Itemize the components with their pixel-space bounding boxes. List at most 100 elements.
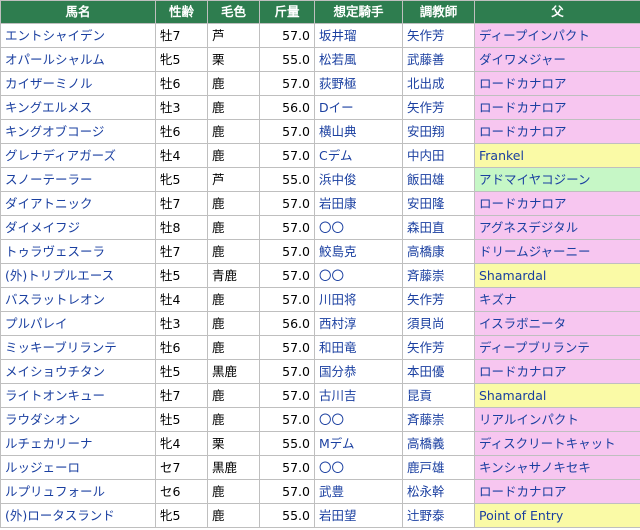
jockey-link[interactable]: 西村淳 xyxy=(319,316,357,331)
trainer-link[interactable]: 武藤善 xyxy=(407,52,445,67)
table-row: (外)ロータスランド 牝5 鹿 55.0 岩田望 辻野泰 Point of Entry xyxy=(0,503,640,528)
table-row: ダイメイフジ 牡8 鹿 57.0 〇〇 森田直 アグネスデジタル xyxy=(0,215,640,240)
jockey-link[interactable]: 古川吉 xyxy=(319,388,357,403)
horse-name-link[interactable]: ルッジェーロ xyxy=(5,460,80,475)
trainer-link[interactable]: 矢作芳 xyxy=(407,292,445,307)
trainer-link[interactable]: 中内田 xyxy=(407,148,445,163)
jockey-link[interactable]: Mデム xyxy=(319,436,355,451)
jockey-link[interactable]: 国分恭 xyxy=(319,364,357,379)
jockey-link[interactable]: 岩田康 xyxy=(319,196,357,211)
horse-name-link[interactable]: バスラットレオン xyxy=(5,292,105,307)
sire-link[interactable]: リアルインパクト xyxy=(479,412,579,427)
sire-link[interactable]: ディープインパクト xyxy=(479,28,590,43)
horse-name-link[interactable]: プルパレイ xyxy=(5,316,68,331)
horse-name-link[interactable]: ルプリュフォール xyxy=(5,484,105,499)
horse-name-link[interactable]: グレナディアガーズ xyxy=(5,148,116,163)
coat-color-cell: 黒鹿 xyxy=(207,455,260,480)
horse-name-link[interactable]: (外)ロータスランド xyxy=(5,508,115,523)
trainer-link[interactable]: 本田優 xyxy=(407,364,445,379)
table-row: エントシャイデン 牡7 芦 57.0 坂井瑠 矢作芳 ディープインパクト xyxy=(0,23,640,48)
jockey-link[interactable]: 武豊 xyxy=(319,484,344,499)
trainer-link[interactable]: 森田直 xyxy=(407,220,445,235)
sire-link[interactable]: Shamardal xyxy=(479,268,546,283)
sire-link[interactable]: ロードカナロア xyxy=(479,364,567,379)
horse-name-link[interactable]: ダイメイフジ xyxy=(5,220,80,235)
sire-link[interactable]: Shamardal xyxy=(479,388,546,403)
header-sex-age[interactable]: 性齢 xyxy=(155,0,208,24)
jockey-link[interactable]: 荻野極 xyxy=(319,76,357,91)
sire-link[interactable]: ダイワメジャー xyxy=(479,52,566,67)
horse-name-link[interactable]: ラウダシオン xyxy=(5,412,80,427)
jockey-link[interactable]: 岩田望 xyxy=(319,508,357,523)
trainer-link[interactable]: 飯田雄 xyxy=(407,172,445,187)
header-horse-name[interactable]: 馬名 xyxy=(0,0,156,24)
jockey-link[interactable]: 〇〇 xyxy=(319,268,344,283)
sire-link[interactable]: ロードカナロア xyxy=(479,76,567,91)
trainer-link[interactable]: 松永幹 xyxy=(407,484,445,499)
trainer-link[interactable]: 矢作芳 xyxy=(407,100,445,115)
sire-link[interactable]: キンシャサノキセキ xyxy=(479,460,591,475)
horse-name-link[interactable]: キングエルメス xyxy=(5,100,92,115)
sire-link[interactable]: ドリームジャーニー xyxy=(479,244,591,259)
jockey-link[interactable]: 〇〇 xyxy=(319,460,344,475)
header-trainer[interactable]: 調教師 xyxy=(402,0,475,24)
sex-age-cell: 牡8 xyxy=(155,215,208,240)
sire-link[interactable]: ロードカナロア xyxy=(479,100,567,115)
horse-name-link[interactable]: トゥラヴェスーラ xyxy=(5,244,105,259)
sire-link[interactable]: Point of Entry xyxy=(479,508,563,523)
jockey-link[interactable]: 川田将 xyxy=(319,292,357,307)
horse-name-link[interactable]: (外)トリプルエース xyxy=(5,268,114,283)
header-weight[interactable]: 斤量 xyxy=(259,0,315,24)
trainer-link[interactable]: 高橋義 xyxy=(407,436,445,451)
horse-name-link[interactable]: ライトオンキュー xyxy=(5,388,105,403)
jockey-link[interactable]: Dイー xyxy=(319,100,354,115)
trainer-link[interactable]: 高橋康 xyxy=(407,244,445,259)
sire-link[interactable]: ロードカナロア xyxy=(479,124,567,139)
sire-link[interactable]: Frankel xyxy=(479,148,524,163)
jockey-link[interactable]: 坂井瑠 xyxy=(319,28,357,43)
sire-link[interactable]: イスラボニータ xyxy=(479,316,566,331)
jockey-link[interactable]: 鮫島克 xyxy=(319,244,357,259)
trainer-link[interactable]: 矢作芳 xyxy=(407,340,445,355)
horse-name-link[interactable]: エントシャイデン xyxy=(5,28,105,43)
horse-name-link[interactable]: メイショウチタン xyxy=(5,364,105,379)
jockey-link[interactable]: 和田竜 xyxy=(319,340,357,355)
sire-link[interactable]: ディスクリートキャット xyxy=(479,436,616,451)
horse-name-link[interactable]: オパールシャルム xyxy=(5,52,105,67)
coat-color-cell: 黒鹿 xyxy=(207,359,260,384)
trainer-link[interactable]: 安田翔 xyxy=(407,124,445,139)
trainer-cell: 松永幹 xyxy=(402,479,475,504)
horse-name-link[interactable]: キングオブコージ xyxy=(5,124,104,139)
header-sire[interactable]: 父 xyxy=(474,0,640,24)
jockey-link[interactable]: 松若風 xyxy=(319,52,357,67)
horse-name-link[interactable]: ルチェカリーナ xyxy=(5,436,93,451)
sire-link[interactable]: ロードカナロア xyxy=(479,484,567,499)
jockey-link[interactable]: Cデム xyxy=(319,148,352,163)
jockey-cell: 武豊 xyxy=(314,479,403,504)
trainer-link[interactable]: 須貝尚 xyxy=(407,316,445,331)
horse-name-link[interactable]: スノーテーラー xyxy=(5,172,93,187)
trainer-link[interactable]: 昆貢 xyxy=(407,388,432,403)
trainer-link[interactable]: 安田隆 xyxy=(407,196,445,211)
sire-link[interactable]: ロードカナロア xyxy=(479,196,567,211)
sire-link[interactable]: アドマイヤコジーン xyxy=(479,172,591,187)
trainer-link[interactable]: 矢作芳 xyxy=(407,28,445,43)
horse-name-link[interactable]: カイザーミノル xyxy=(5,76,93,91)
jockey-link[interactable]: 横山典 xyxy=(319,124,357,139)
trainer-link[interactable]: 辻野泰 xyxy=(407,508,445,523)
trainer-link[interactable]: 斉藤崇 xyxy=(407,268,445,283)
trainer-link[interactable]: 北出成 xyxy=(407,76,445,91)
header-jockey[interactable]: 想定騎手 xyxy=(314,0,403,24)
sire-link[interactable]: アグネスデジタル xyxy=(479,220,578,235)
horse-name-link[interactable]: ダイアトニック xyxy=(5,196,93,211)
sire-link[interactable]: ディープブリランテ xyxy=(479,340,590,355)
sire-link[interactable]: キズナ xyxy=(479,292,517,307)
weight-cell: 57.0 xyxy=(259,455,315,480)
jockey-link[interactable]: 〇〇 xyxy=(319,220,344,235)
horse-name-link[interactable]: ミッキーブリランテ xyxy=(5,340,117,355)
jockey-link[interactable]: 〇〇 xyxy=(319,412,344,427)
trainer-link[interactable]: 鹿戸雄 xyxy=(407,460,445,475)
jockey-link[interactable]: 浜中俊 xyxy=(319,172,357,187)
trainer-link[interactable]: 斉藤崇 xyxy=(407,412,445,427)
header-coat-color[interactable]: 毛色 xyxy=(207,0,260,24)
